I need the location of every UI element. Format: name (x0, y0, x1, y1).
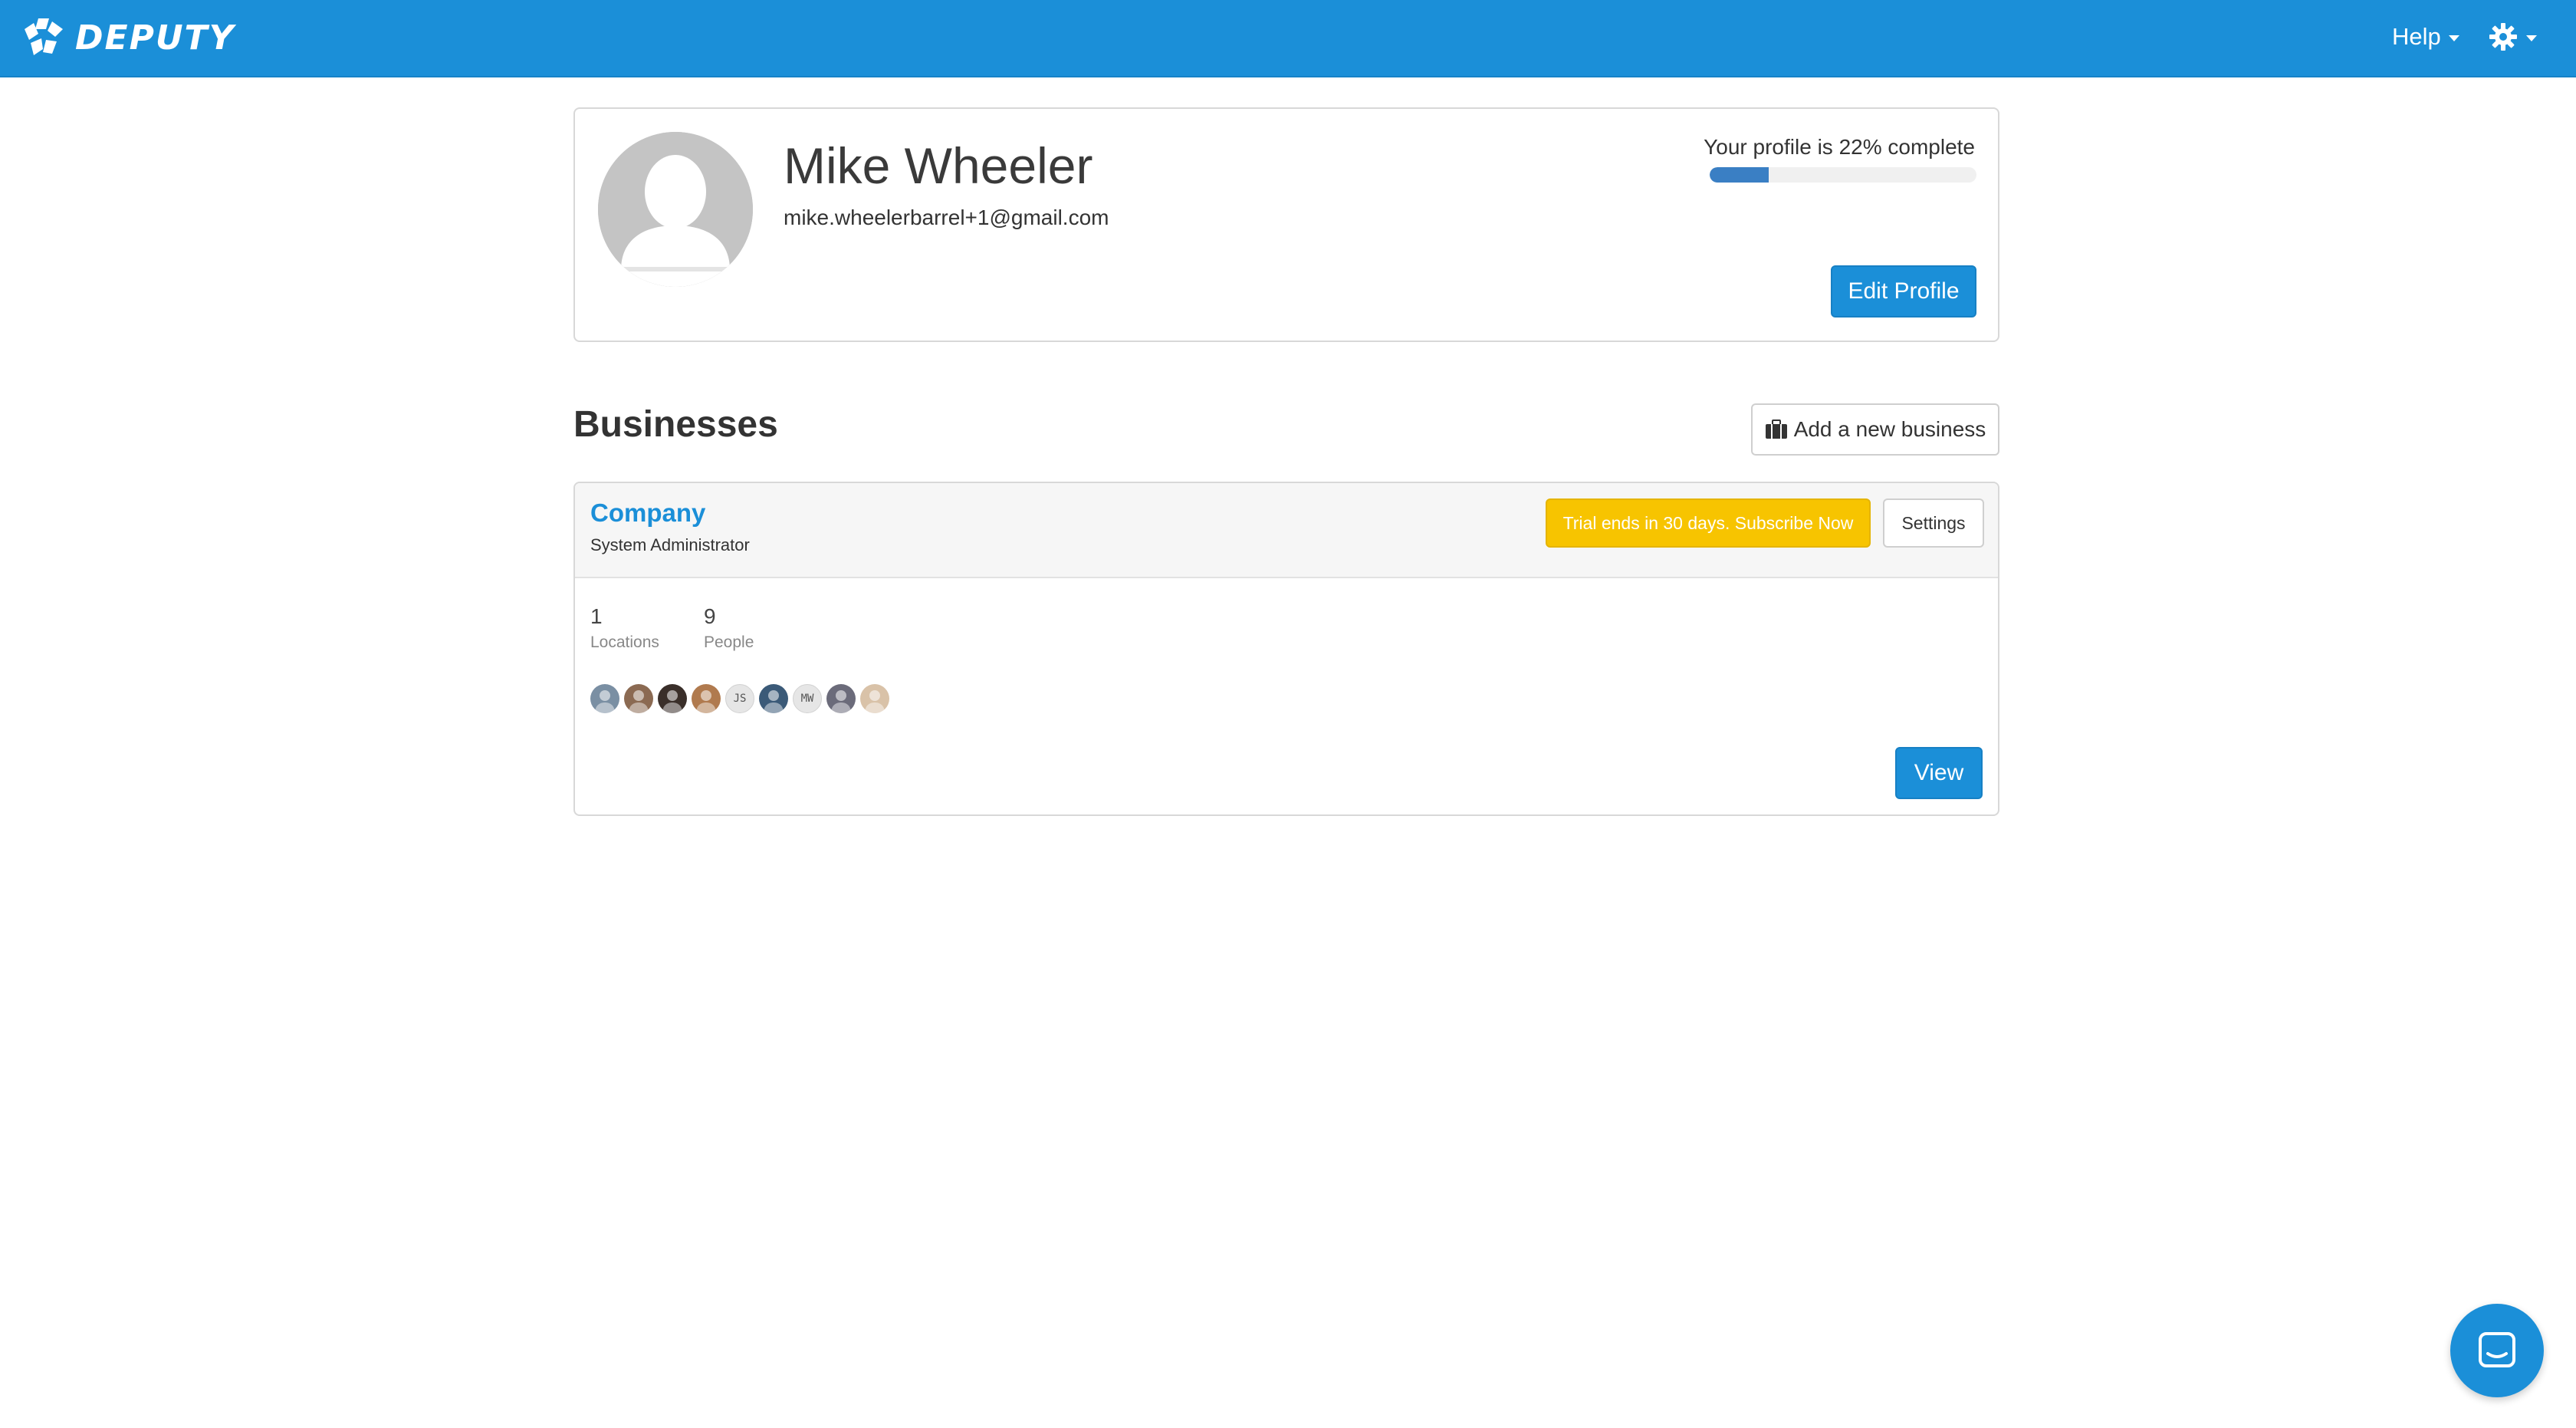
person-avatar[interactable] (759, 684, 788, 713)
profile-completion-bar (1710, 167, 1976, 183)
business-settings-button[interactable]: Settings (1883, 498, 1984, 548)
person-avatar[interactable] (826, 684, 856, 713)
person-photo-icon (764, 690, 784, 713)
avatar-initials: JS (733, 693, 747, 705)
business-card: Company System Administrator Trial ends … (573, 482, 1999, 816)
person-avatar[interactable] (624, 684, 653, 713)
profile-completion-fill (1710, 167, 1769, 183)
person-avatar[interactable]: MW (793, 684, 822, 713)
person-photo-icon (696, 690, 716, 713)
edit-profile-button[interactable]: Edit Profile (1831, 265, 1976, 318)
locations-label: Locations (590, 633, 659, 651)
profile-name: Mike Wheeler (784, 137, 1093, 194)
person-photo-icon (595, 690, 615, 713)
gear-icon (2489, 23, 2517, 51)
locations-stat: 1 Locations (590, 604, 659, 652)
brand-name: DEPUTY (75, 18, 235, 58)
chevron-down-icon (2448, 35, 2459, 41)
chat-launcher-button[interactable] (2450, 1304, 2544, 1397)
businesses-heading: Businesses (573, 404, 778, 445)
person-photo-icon (865, 690, 885, 713)
person-avatar[interactable] (658, 684, 687, 713)
person-avatar[interactable] (860, 684, 889, 713)
business-card-header: Company System Administrator Trial ends … (575, 483, 1998, 578)
locations-count: 1 (590, 604, 603, 628)
chat-icon (2479, 1332, 2515, 1367)
avatar-initials: MW (800, 693, 814, 705)
add-business-label: Add a new business (1793, 417, 1986, 441)
settings-menu[interactable] (2488, 21, 2537, 52)
business-role: System Administrator (590, 535, 750, 554)
help-menu[interactable]: Help (2392, 23, 2459, 51)
profile-avatar[interactable] (598, 132, 753, 287)
person-avatar[interactable]: JS (725, 684, 754, 713)
view-business-button[interactable]: View (1895, 747, 1983, 799)
deputy-logo-icon (25, 18, 63, 55)
person-photo-icon (662, 690, 682, 713)
briefcase-icon (1765, 420, 1787, 439)
person-avatar[interactable] (590, 684, 619, 713)
people-stat: 9 People (704, 604, 754, 652)
person-photo-icon (831, 690, 851, 713)
people-count: 9 (704, 604, 716, 628)
subscribe-now-button[interactable]: Trial ends in 30 days. Subscribe Now (1546, 498, 1871, 548)
profile-completion-label: Your profile is 22% complete (1704, 135, 1975, 159)
business-name-link[interactable]: Company (590, 498, 705, 528)
profile-email: mike.wheelerbarrel+1@gmail.com (784, 206, 1109, 229)
profile-card: Mike Wheeler mike.wheelerbarrel+1@gmail.… (573, 107, 1999, 342)
people-label: People (704, 633, 754, 651)
user-silhouette-icon (598, 132, 753, 287)
person-photo-icon (629, 690, 649, 713)
chevron-down-icon (2526, 35, 2537, 41)
help-label: Help (2392, 23, 2441, 50)
add-business-button[interactable]: Add a new business (1751, 403, 1999, 456)
person-avatar[interactable] (692, 684, 721, 713)
people-avatar-list: JS MW (590, 684, 889, 713)
deputy-logo[interactable]: DEPUTY (21, 14, 235, 61)
top-nav-bar: DEPUTY Help (0, 0, 2576, 77)
